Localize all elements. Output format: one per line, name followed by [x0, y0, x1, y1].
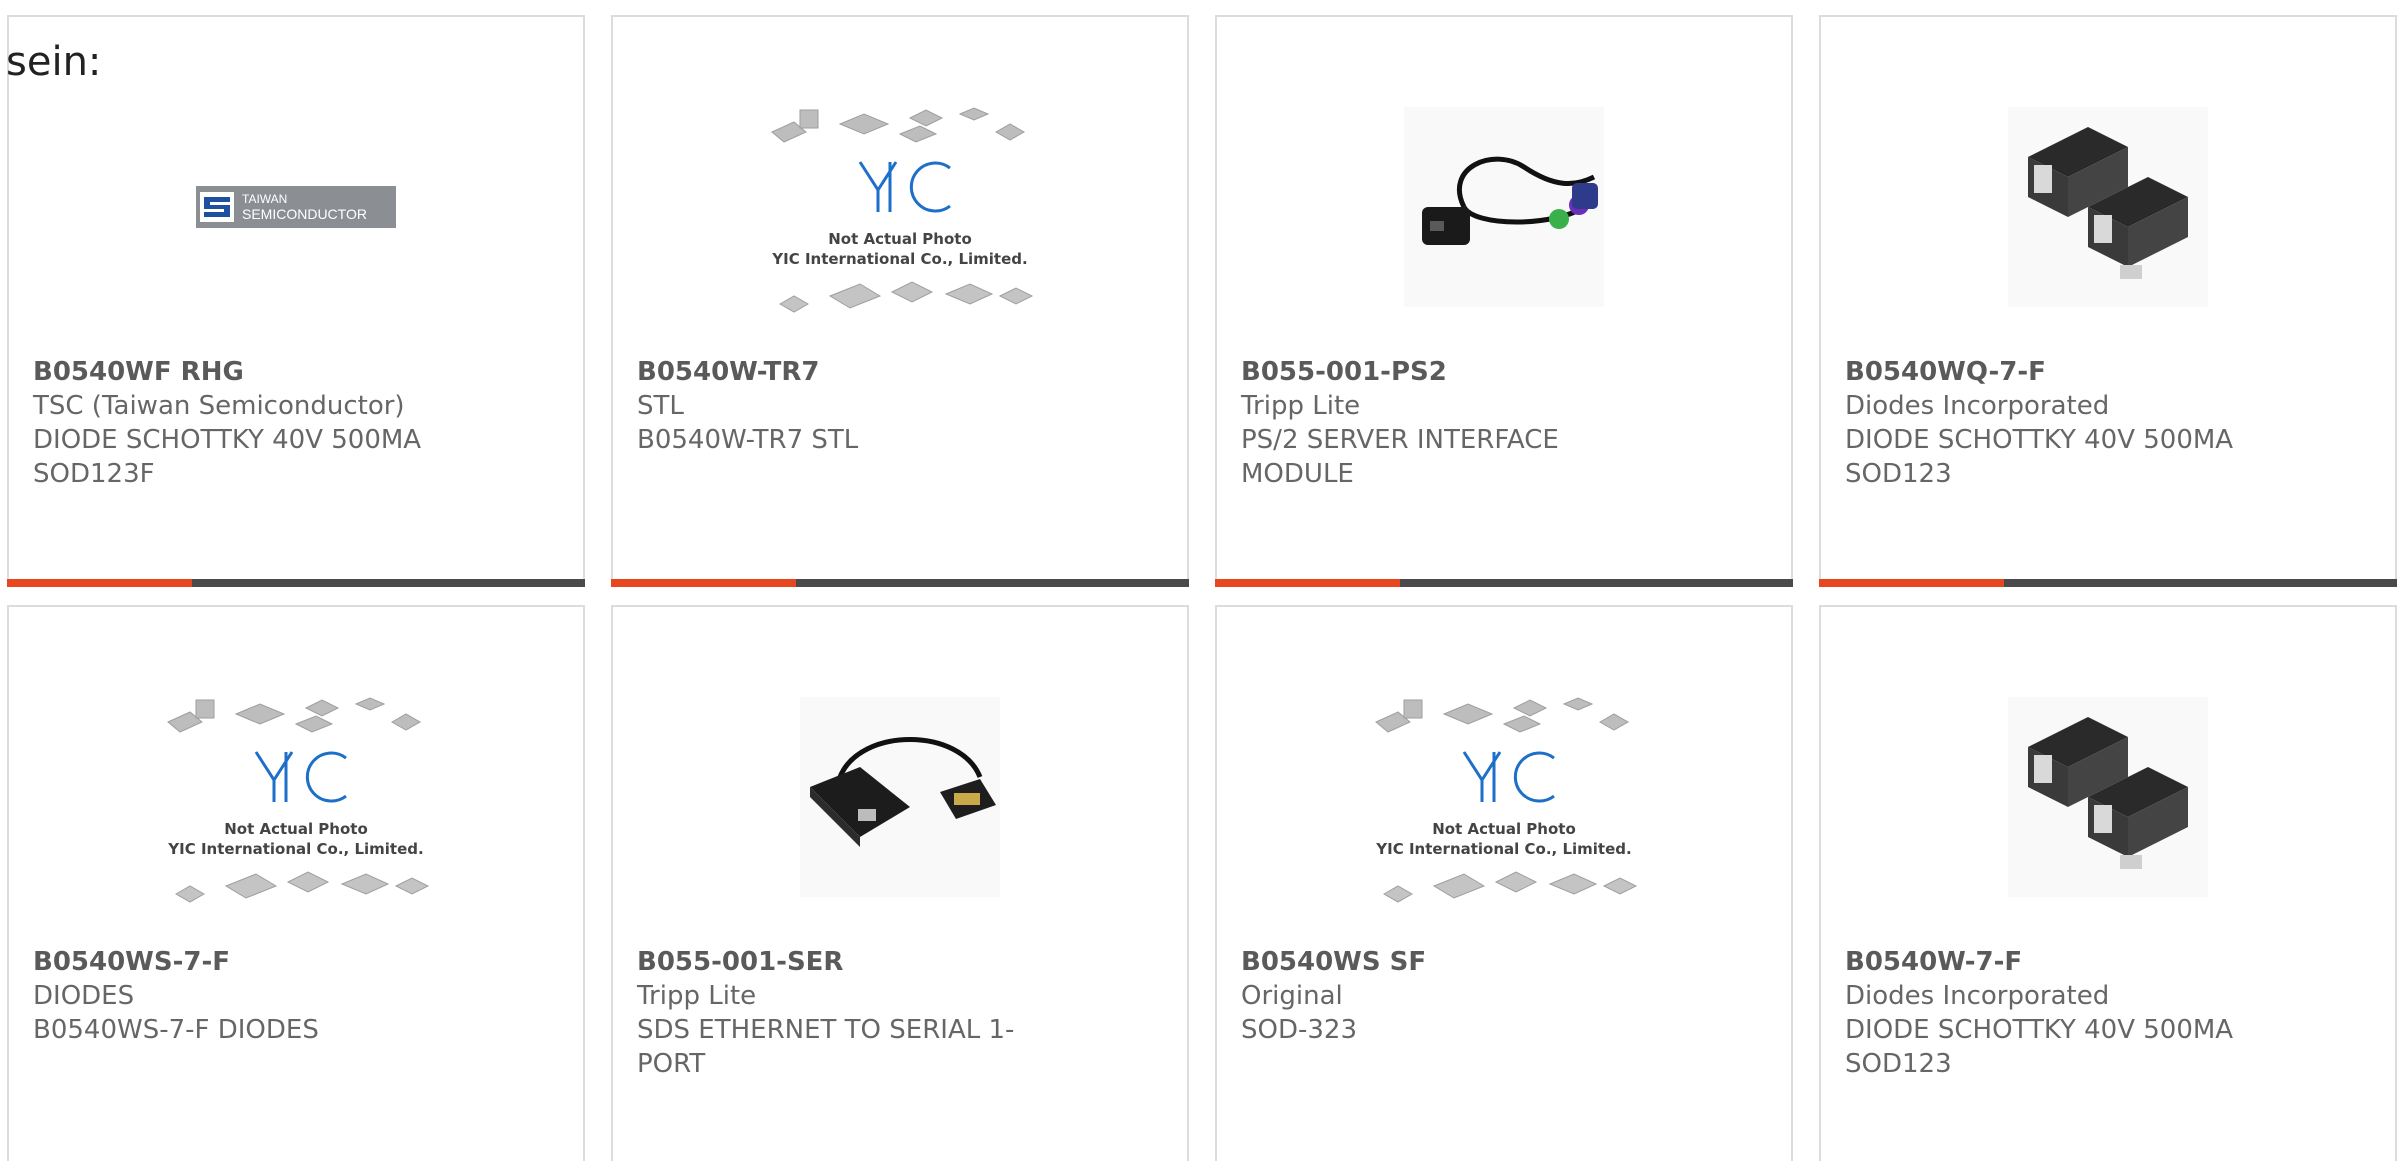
- taiwan-semiconductor-logo-icon: TAIWAN SEMICONDUCTOR: [196, 186, 396, 228]
- description: B0540W-TR7 STL: [637, 425, 859, 455]
- product-card[interactable]: B055-001-SER Tripp Lite SDS ETHERNET TO …: [611, 605, 1189, 1161]
- placeholder-line-1: Not Actual Photo: [828, 230, 972, 248]
- part-number[interactable]: B0540WF RHG: [33, 355, 559, 389]
- manufacturer: Original: [1241, 981, 1343, 1011]
- manufacturer: Tripp Lite: [637, 981, 757, 1011]
- part-number[interactable]: B0540W-7-F: [1845, 945, 2371, 979]
- not-actual-photo-placeholder-icon: Not Actual Photo YIC International Co., …: [771, 107, 1034, 313]
- progress-bar: [611, 579, 1189, 587]
- description: DIODE SCHOTTKY 40V 500MA SOD123F: [33, 425, 422, 489]
- product-card[interactable]: Not Actual Photo YIC International Co., …: [7, 605, 585, 1161]
- product-card[interactable]: TAIWAN SEMICONDUCTOR B0540WF RHG TSC (Ta…: [7, 15, 585, 587]
- placeholder-line-1: Not Actual Photo: [1432, 820, 1576, 838]
- ps2-interface-cable-icon: [1404, 107, 1604, 307]
- manufacturer: STL: [637, 391, 684, 421]
- product-image[interactable]: [613, 647, 1187, 947]
- part-number[interactable]: B0540WS-7-F: [33, 945, 559, 979]
- product-image[interactable]: Not Actual Photo YIC International Co., …: [9, 647, 583, 947]
- logo-text-2: SEMICONDUCTOR: [242, 206, 367, 222]
- manufacturer: TSC (Taiwan Semiconductor): [33, 391, 405, 421]
- description: DIODE SCHOTTKY 40V 500MA SOD123: [1845, 425, 2234, 489]
- product-card[interactable]: B055-001-PS2 Tripp Lite PS/2 SERVER INTE…: [1215, 15, 1793, 587]
- product-grid-page: sein: TAIWAN SEMICONDUCTOR B0540WF RHG T…: [0, 0, 2400, 1161]
- product-card[interactable]: Not Actual Photo YIC International Co., …: [611, 15, 1189, 587]
- product-image[interactable]: Not Actual Photo YIC International Co., …: [613, 57, 1187, 357]
- product-image[interactable]: TAIWAN SEMICONDUCTOR: [9, 57, 583, 357]
- manufacturer: DIODES: [33, 981, 135, 1011]
- product-card[interactable]: B0540WQ-7-F Diodes Incorporated DIODE SC…: [1819, 15, 2397, 587]
- progress-fill: [611, 579, 796, 587]
- progress-fill: [1215, 579, 1400, 587]
- description: B0540WS-7-F DIODES: [33, 1015, 319, 1045]
- product-card[interactable]: Not Actual Photo YIC International Co., …: [1215, 605, 1793, 1161]
- placeholder-line-2: YIC International Co., Limited.: [771, 250, 1027, 268]
- placeholder-line-2: YIC International Co., Limited.: [167, 840, 423, 858]
- part-number[interactable]: B0540W-TR7: [637, 355, 1163, 389]
- manufacturer: Tripp Lite: [1241, 391, 1361, 421]
- part-number[interactable]: B055-001-SER: [637, 945, 1163, 979]
- not-actual-photo-placeholder-icon: Not Actual Photo YIC International Co., …: [167, 697, 430, 903]
- description: PS/2 SERVER INTERFACE MODULE: [1241, 425, 1559, 489]
- progress-bar: [1819, 579, 2397, 587]
- product-image[interactable]: [1821, 57, 2395, 357]
- not-actual-photo-placeholder-icon: Not Actual Photo YIC International Co., …: [1375, 697, 1638, 903]
- product-image[interactable]: [1217, 57, 1791, 357]
- description: SOD-323: [1241, 1015, 1357, 1045]
- section-heading: sein:: [6, 39, 102, 85]
- logo-text-1: TAIWAN: [242, 192, 287, 206]
- product-image[interactable]: Not Actual Photo YIC International Co., …: [1217, 647, 1791, 947]
- sod123-diode-icon: [2008, 697, 2208, 897]
- placeholder-line-1: Not Actual Photo: [224, 820, 368, 838]
- placeholder-line-2: YIC International Co., Limited.: [1375, 840, 1631, 858]
- progress-fill: [7, 579, 192, 587]
- description: DIODE SCHOTTKY 40V 500MA SOD123: [1845, 1015, 2234, 1079]
- manufacturer: Diodes Incorporated: [1845, 981, 2110, 1011]
- part-number[interactable]: B055-001-PS2: [1241, 355, 1767, 389]
- progress-bar: [1215, 579, 1793, 587]
- part-number[interactable]: B0540WS SF: [1241, 945, 1767, 979]
- description: SDS ETHERNET TO SERIAL 1-PORT: [637, 1015, 1015, 1079]
- progress-bar: [7, 579, 585, 587]
- serial-interface-cable-icon: [800, 697, 1000, 897]
- product-card[interactable]: B0540W-7-F Diodes Incorporated DIODE SCH…: [1819, 605, 2397, 1161]
- product-image[interactable]: [1821, 647, 2395, 947]
- progress-fill: [1819, 579, 2004, 587]
- manufacturer: Diodes Incorporated: [1845, 391, 2110, 421]
- sod123-diode-icon: [2008, 107, 2208, 307]
- part-number[interactable]: B0540WQ-7-F: [1845, 355, 2371, 389]
